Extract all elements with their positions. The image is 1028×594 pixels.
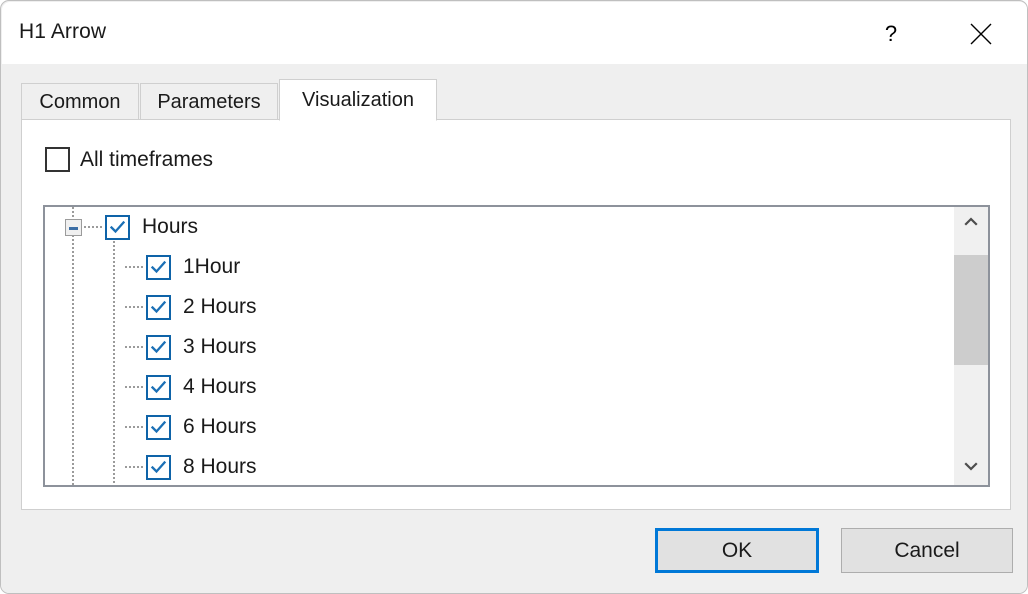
tree-row-6hours[interactable]: 6 Hours [146,407,257,447]
tree-row-hours[interactable]: Hours [105,207,198,247]
scroll-up-button[interactable] [954,207,988,241]
tree-row-8hours[interactable]: 8 Hours [146,447,257,485]
tree-elbow-5 [125,426,145,428]
tree-label-2hours: 2 Hours [183,295,257,318]
title-bar: H1 Arrow ? [2,2,1027,64]
close-button[interactable] [950,3,1012,64]
chevron-up-icon [963,214,979,235]
tab-parameters[interactable]: Parameters [140,83,278,121]
dialog-title: H1 Arrow [19,20,107,43]
tree-row-2hours[interactable]: 2 Hours [146,287,257,327]
tree-elbow-1 [125,266,145,268]
tree-expander-minus-icon[interactable] [65,219,82,236]
tree-elbow-6 [125,466,145,468]
ok-button[interactable]: OK [655,528,819,573]
tab-parameters-label: Parameters [157,91,261,113]
help-button[interactable]: ? [860,3,922,64]
tree-elbow-4 [125,386,145,388]
chevron-down-icon [963,458,979,479]
checkbox-8hours[interactable] [146,454,171,480]
tree-viewport: Hours 1Hour 2 Hours 3 Hours 4 Hours 6 Ho… [45,207,954,485]
tree-row-3hours[interactable]: 3 Hours [146,327,257,367]
tab-strip: Common Parameters Visualization [21,79,1011,121]
tree-label-1hour: 1Hour [183,255,241,278]
close-icon [969,22,993,46]
checkbox-1hour[interactable] [146,254,171,280]
checkbox-4hours[interactable] [146,374,171,400]
ok-button-label: OK [721,538,753,562]
tree-row-4hours[interactable]: 4 Hours [146,367,257,407]
scrollbar-thumb[interactable] [954,255,988,365]
tree-guide-line-child [113,217,115,485]
tab-common-label: Common [39,91,121,113]
tree-label-3hours: 3 Hours [183,335,257,358]
tree-guide-line-root [72,207,74,485]
checkbox-2hours[interactable] [146,294,171,320]
tree-label-4hours: 4 Hours [183,375,257,398]
all-timeframes-label: All timeframes [80,147,214,171]
tree-elbow-3 [125,346,145,348]
cancel-button[interactable]: Cancel [841,528,1013,573]
visualization-tab-panel: All timeframes Hours 1Hour 2 Hours 3 Hou… [21,119,1011,510]
tree-label-6hours: 6 Hours [183,415,257,438]
timeframe-tree[interactable]: Hours 1Hour 2 Hours 3 Hours 4 Hours 6 Ho… [43,205,990,487]
question-mark-icon: ? [884,20,898,46]
checkbox-6hours[interactable] [146,414,171,440]
tab-visualization[interactable]: Visualization [279,79,437,121]
tab-common[interactable]: Common [21,83,139,121]
tree-label-hours: Hours [142,215,199,238]
cancel-button-label: Cancel [894,538,960,562]
dialog-window: H1 Arrow ? Common Parameters Visualizati… [0,0,1028,594]
tree-row-1hour[interactable]: 1Hour [146,247,240,287]
tree-label-8hours: 8 Hours [183,455,257,478]
tree-elbow-2 [125,306,145,308]
dialog-footer: OK Cancel [1,511,1027,593]
tree-elbow-root [84,226,104,228]
scroll-down-button[interactable] [954,451,988,485]
tab-visualization-label: Visualization [302,88,414,111]
all-timeframes-checkbox[interactable] [45,147,70,172]
all-timeframes-checkbox-row[interactable]: All timeframes [45,147,213,172]
checkbox-hours[interactable] [105,214,130,240]
checkbox-3hours[interactable] [146,334,171,360]
tree-scrollbar[interactable] [954,207,988,485]
